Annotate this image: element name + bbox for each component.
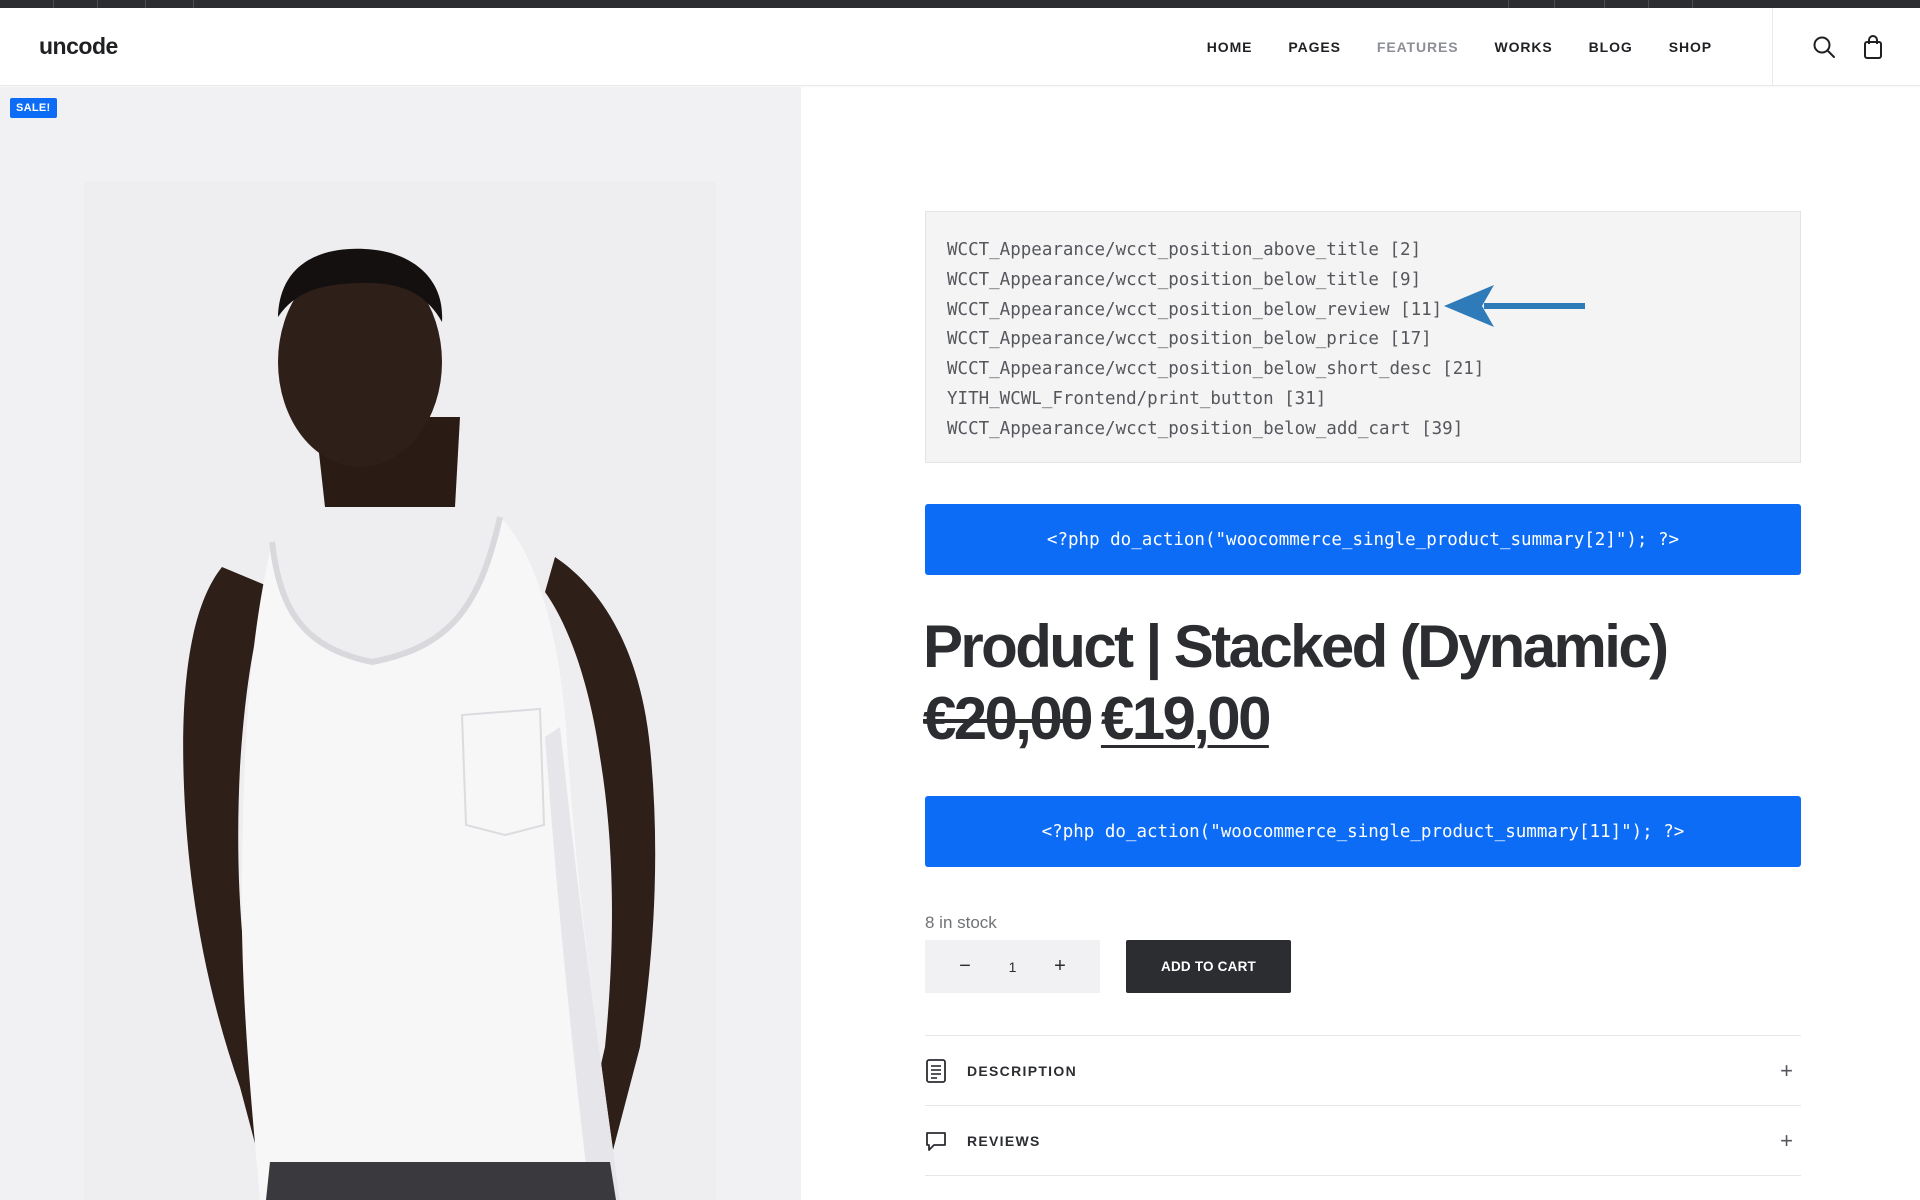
quantity-input[interactable]: 1 bbox=[1009, 959, 1017, 975]
nav-blog[interactable]: BLOG bbox=[1571, 39, 1651, 55]
hook-line: WCCT_Appearance/wcct_position_below_shor… bbox=[947, 359, 1485, 380]
accordion-divider bbox=[925, 1175, 1801, 1176]
add-to-cart-button[interactable]: ADD TO CART bbox=[1126, 940, 1291, 993]
search-icon[interactable] bbox=[1811, 34, 1837, 60]
product-title: Product | Stacked (Dynamic) bbox=[923, 613, 1669, 680]
strip-divider bbox=[1508, 0, 1509, 8]
strip-divider bbox=[1604, 0, 1605, 8]
strip-divider bbox=[1648, 0, 1649, 8]
hook-line: YITH_WCWL_Frontend/print_button [31] bbox=[947, 388, 1327, 409]
header-divider bbox=[1772, 8, 1773, 86]
code-bar-summary-2: <?php do_action("woocommerce_single_prod… bbox=[925, 504, 1801, 575]
expand-plus-icon[interactable]: + bbox=[1780, 1058, 1793, 1084]
nav-works[interactable]: WORKS bbox=[1477, 39, 1571, 55]
strip-divider bbox=[1554, 0, 1555, 8]
hook-line: WCCT_Appearance/wcct_position_above_titl… bbox=[947, 240, 1422, 260]
hook-line: WCCT_Appearance/wcct_position_below_add_… bbox=[947, 418, 1464, 439]
model-figure-image bbox=[183, 248, 656, 1200]
strip-divider bbox=[145, 0, 146, 8]
quantity-increase-button[interactable]: + bbox=[1050, 955, 1070, 978]
document-icon bbox=[926, 1059, 946, 1083]
quantity-stepper: − 1 + bbox=[925, 940, 1100, 993]
strip-divider bbox=[193, 0, 194, 8]
quantity-decrease-button[interactable]: − bbox=[955, 955, 975, 978]
top-strip bbox=[0, 0, 1920, 8]
hook-line: WCCT_Appearance/wcct_position_below_titl… bbox=[947, 269, 1422, 290]
sale-badge: SALE! bbox=[10, 98, 57, 118]
shopping-bag-icon[interactable] bbox=[1860, 34, 1886, 60]
product-price: €20,00 €19,00 bbox=[923, 684, 1272, 753]
price-old: €20,00 bbox=[923, 685, 1094, 752]
strip-divider bbox=[1692, 0, 1693, 8]
site-logo[interactable]: uncode bbox=[39, 33, 118, 60]
accordion-label: DESCRIPTION bbox=[967, 1063, 1077, 1079]
expand-plus-icon[interactable]: + bbox=[1780, 1128, 1793, 1154]
strip-divider bbox=[97, 0, 98, 8]
hooks-debug-box: WCCT_Appearance/wcct_position_above_titl… bbox=[925, 211, 1801, 463]
main-nav: HOME PAGES FEATURES WORKS BLOG SHOP bbox=[1189, 8, 1730, 86]
site-header: uncode HOME PAGES FEATURES WORKS BLOG SH… bbox=[0, 8, 1920, 86]
price-new: €19,00 bbox=[1100, 685, 1272, 752]
stock-status: 8 in stock bbox=[925, 913, 997, 932]
chat-bubble-icon bbox=[926, 1132, 946, 1151]
accordion-description[interactable]: DESCRIPTION + bbox=[925, 1036, 1801, 1106]
hook-line: WCCT_Appearance/wcct_position_below_revi… bbox=[947, 299, 1443, 320]
nav-shop[interactable]: SHOP bbox=[1651, 39, 1730, 55]
nav-pages[interactable]: PAGES bbox=[1270, 39, 1358, 55]
hook-line: WCCT_Appearance/wcct_position_below_pric… bbox=[947, 329, 1432, 350]
nav-features[interactable]: FEATURES bbox=[1359, 39, 1477, 55]
accordion-label: REVIEWS bbox=[967, 1133, 1041, 1149]
strip-divider bbox=[53, 0, 54, 8]
product-gallery[interactable]: SALE! bbox=[0, 87, 801, 1200]
code-bar-summary-11: <?php do_action("woocommerce_single_prod… bbox=[925, 796, 1801, 867]
arrow-left-icon bbox=[1444, 285, 1585, 327]
nav-home[interactable]: HOME bbox=[1189, 39, 1271, 55]
accordion-reviews[interactable]: REVIEWS + bbox=[925, 1106, 1801, 1176]
